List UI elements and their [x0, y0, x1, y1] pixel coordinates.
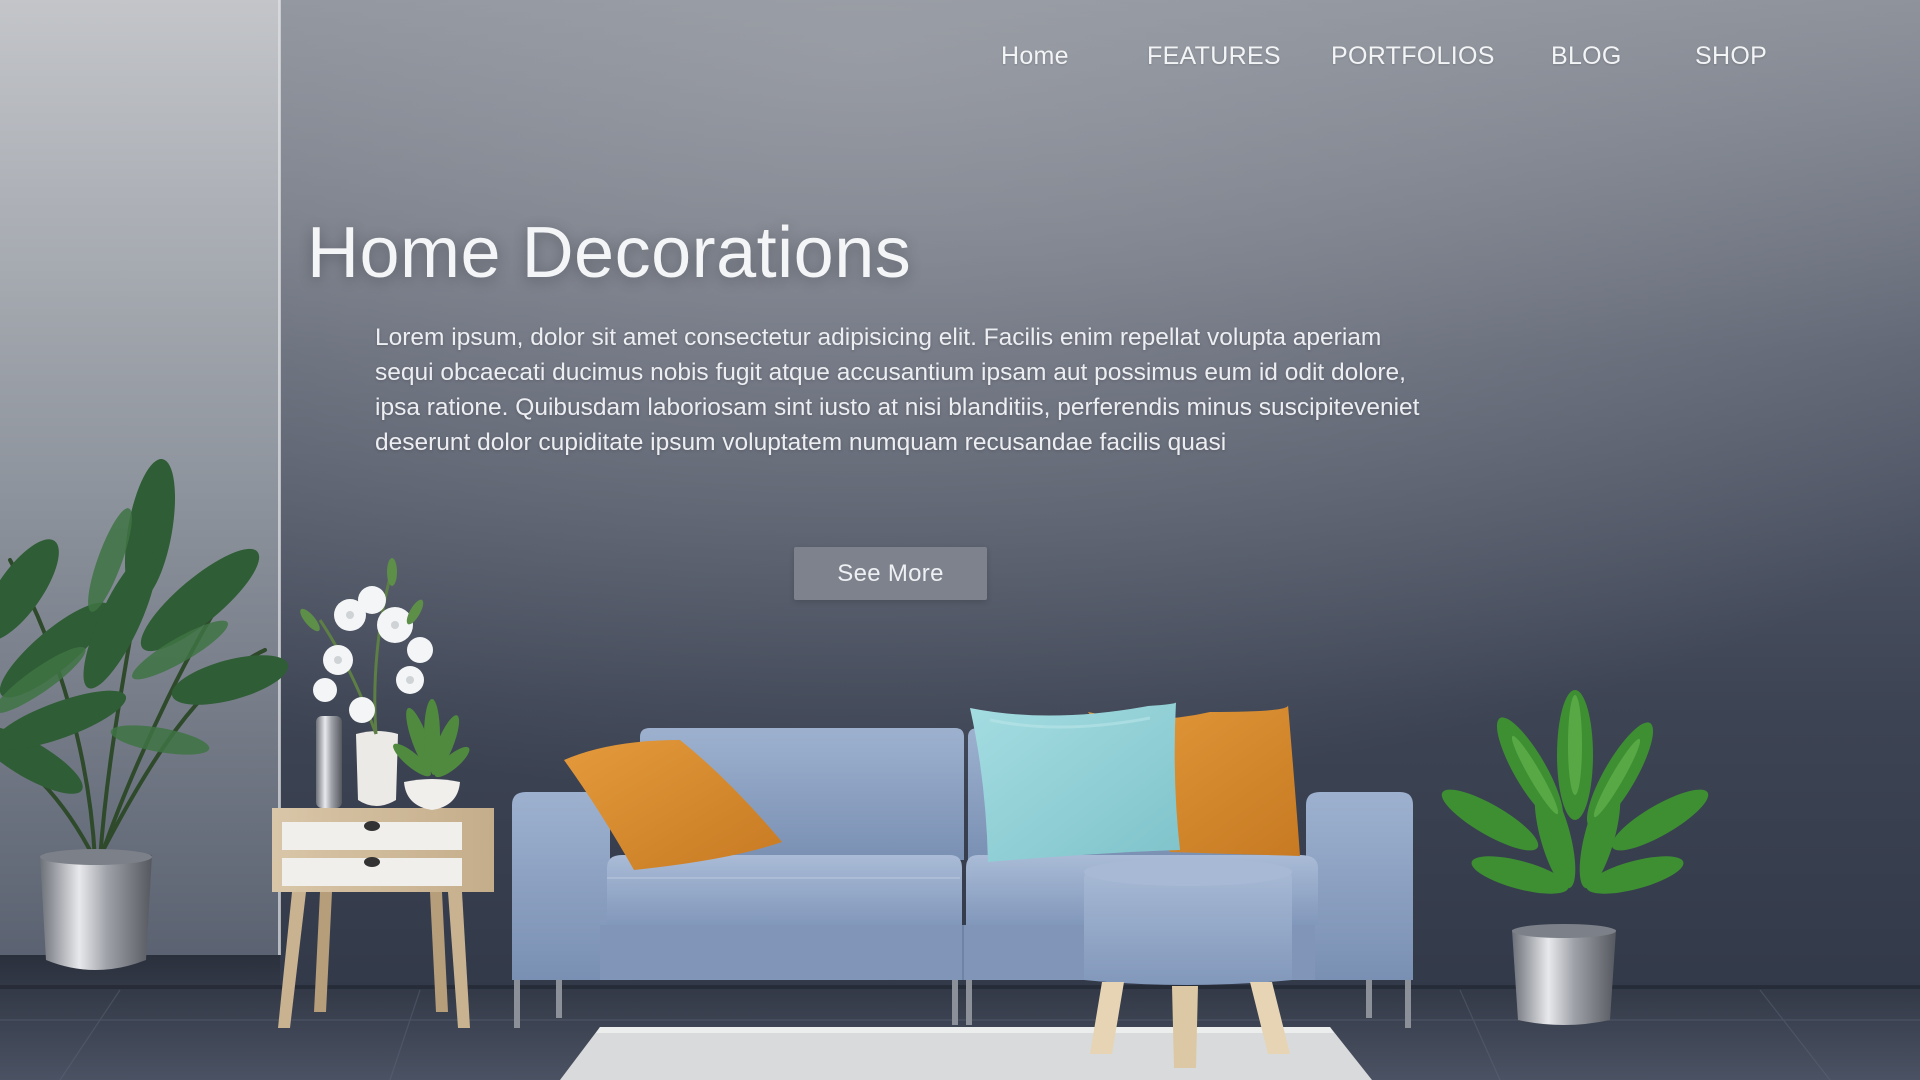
hero-section: Home FEATURES PORTFOLIOS BLOG SHOP Home …	[0, 0, 1920, 1080]
nav-item-home[interactable]: Home	[1001, 42, 1069, 71]
hero-description: Lorem ipsum, dolor sit amet consectetur …	[375, 324, 1420, 456]
room-background-illustration	[0, 0, 1920, 1080]
nav-item-blog[interactable]: BLOG	[1551, 42, 1622, 71]
see-more-button[interactable]: See More	[794, 547, 987, 600]
nav-item-portfolios[interactable]: PORTFOLIOS	[1331, 42, 1495, 71]
hero-title: Home Decorations	[307, 213, 912, 293]
nav-item-shop[interactable]: SHOP	[1695, 42, 1767, 71]
top-navigation: Home FEATURES PORTFOLIOS BLOG SHOP	[0, 42, 1920, 82]
nav-item-features[interactable]: FEATURES	[1147, 42, 1281, 71]
